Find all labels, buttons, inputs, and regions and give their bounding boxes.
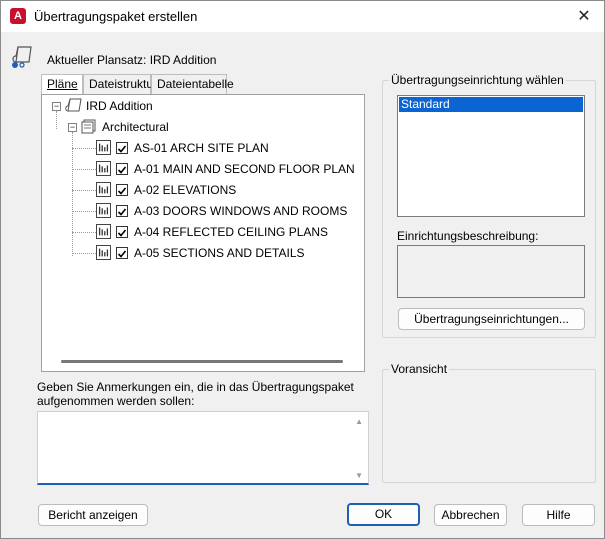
subset-icon [81,119,96,134]
tree-connector [72,190,96,191]
setup-item-standard[interactable]: Standard [399,97,583,112]
notes-label-line2: aufgenommen werden sollen: [37,394,195,408]
scroll-down-icon[interactable]: ▼ [355,471,363,480]
sheet-checkbox[interactable] [116,205,128,217]
check-icon [117,145,127,153]
sheet-checkbox[interactable] [116,163,128,175]
tab-sheets-label: Pläne [47,77,78,91]
tree-subset-label: Architectural [102,120,169,134]
sheet-checkbox[interactable] [116,142,128,154]
sheet-label: A-02 ELEVATIONS [134,183,237,197]
ok-button-label: OK [374,507,393,521]
check-icon [117,166,127,174]
sheet-set-icon [65,98,82,112]
check-icon [117,250,127,258]
sheet-tree[interactable]: − IRD Addition − Architectural AS-01 ARC… [41,94,365,372]
check-icon [117,208,127,216]
transmittal-setups-button-label: Übertragungseinrichtungen... [414,312,569,326]
tab-file-structure[interactable]: Dateistruktur [83,74,157,94]
check-icon [117,229,127,237]
check-icon [117,187,127,195]
sheet-icon [96,224,111,239]
setup-description-label: Einrichtungsbeschreibung: [397,229,539,243]
notes-label-line1: Geben Sie Anmerkungen ein, die in das Üb… [37,380,354,394]
cancel-button-label: Abbrechen [441,508,500,522]
sheet-checkbox[interactable] [116,247,128,259]
view-report-button-label: Bericht anzeigen [48,508,138,522]
sheet-icon [96,140,111,155]
tree-connector [72,211,96,212]
help-button-label: Hilfe [546,508,571,522]
sheet-icon [96,161,111,176]
close-button[interactable]: ✕ [564,1,604,32]
title-bar: A Übertragungspaket erstellen ✕ [1,1,604,32]
preview-group-title: Voransicht [389,362,450,376]
help-button[interactable]: Hilfe [522,504,595,526]
tree-connector [72,253,96,254]
setup-description-box [397,245,585,298]
sheet-label: A-04 REFLECTED CEILING PLANS [134,225,329,239]
scroll-up-icon[interactable]: ▲ [355,417,363,426]
view-report-button[interactable]: Bericht anzeigen [38,504,148,526]
tree-connector [56,111,57,129]
transmittal-setups-button[interactable]: Übertragungseinrichtungen... [398,308,585,330]
tree-connector [72,132,73,256]
tab-file-table[interactable]: Dateientabelle [151,74,234,94]
sheet-set-icon [12,46,32,68]
tab-sheets[interactable]: Pläne [41,74,83,95]
ok-button[interactable]: OK [347,503,420,526]
window-title: Übertragungspaket erstellen [34,9,198,24]
notes-label: Geben Sie Anmerkungen ein, die in das Üb… [37,380,354,408]
sheet-label: A-01 MAIN AND SECOND FLOOR PLAN [134,162,355,176]
transmittal-setup-list[interactable]: Standard [397,95,585,217]
sheet-icon [96,245,111,260]
collapse-root-toggle[interactable]: − [52,102,61,111]
tree-horizontal-scrollbar[interactable] [61,360,343,363]
sheet-checkbox[interactable] [116,226,128,238]
close-icon: ✕ [577,8,591,25]
sheet-label: A-05 SECTIONS AND DETAILS [134,246,305,260]
sheet-checkbox[interactable] [116,184,128,196]
tree-root-label: IRD Addition [86,99,153,113]
tree-connector [72,148,96,149]
tab-file-table-label: Dateientabelle [157,77,234,91]
tree-connector [72,232,96,233]
current-sheet-set-label: Aktueller Plansatz: IRD Addition [47,53,217,67]
tree-connector [72,169,96,170]
sheet-label: A-03 DOORS WINDOWS AND ROOMS [134,204,348,218]
dialog-window: A Übertragungspaket erstellen ✕ Aktuelle… [0,0,605,539]
sheet-icon [96,203,111,218]
notes-textarea[interactable]: ▲ ▼ [37,411,369,485]
transmittal-setup-group-title: Übertragungseinrichtung wählen [389,73,566,87]
tab-file-structure-label: Dateistruktur [89,77,158,91]
autocad-app-icon: A [10,8,26,24]
sheet-icon [96,182,111,197]
cancel-button[interactable]: Abbrechen [434,504,507,526]
collapse-subset-toggle[interactable]: − [68,123,77,132]
sheet-label: AS-01 ARCH SITE PLAN [134,141,269,155]
preview-group: Voransicht [382,362,596,483]
